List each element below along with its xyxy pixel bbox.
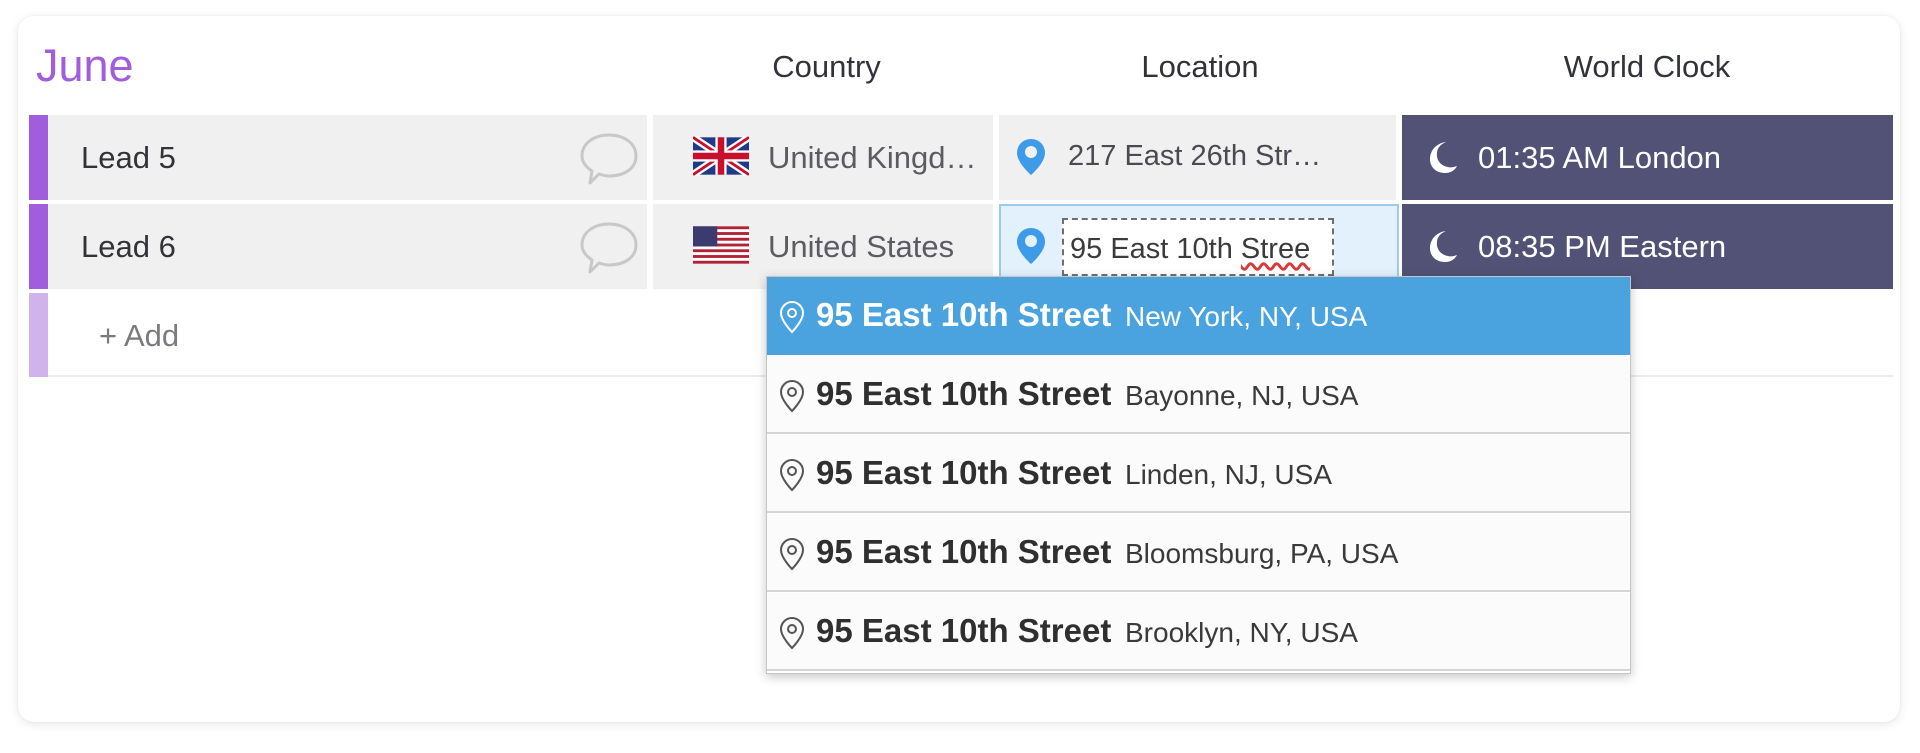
misspelled-word: Stree [1240,233,1311,265]
table-row: Lead 5 United Kingd… 217 East 26th Str… … [29,115,1893,200]
add-item-button[interactable]: + Add [99,318,179,354]
country-name: United Kingd… [768,140,977,175]
location-pin-outline-icon [779,300,805,334]
suggestion-locality: New York, NY, USA [1125,301,1368,332]
suggestion-item[interactable]: 95 East 10th Street Brooklyn, NY, USA [767,593,1630,671]
country-cell[interactable]: United Kingd… [653,115,996,200]
item-name[interactable]: Lead 5 [81,140,176,176]
suggestion-locality: Linden, NJ, USA [1125,459,1332,490]
location-pin-outline-icon [779,458,805,492]
location-text: 217 East 26th Str… [1068,140,1322,172]
clock-time: 08:35 PM Eastern [1478,229,1727,264]
suggestion-street: 95 East 10th Street [816,296,1112,333]
item-name[interactable]: Lead 6 [81,229,176,265]
location-cell[interactable]: 217 East 26th Str… [999,115,1399,200]
suggestion-locality: Bloomsburg, PA, USA [1125,538,1399,569]
item-name-cell[interactable]: Lead 6 [48,204,650,289]
suggestion-locality: Brooklyn, NY, USA [1125,617,1358,648]
location-pin-icon [1017,228,1045,264]
comment-icon[interactable] [578,129,640,189]
item-name-cell[interactable]: Lead 5 [48,115,650,200]
location-autocomplete-dropdown: 95 East 10th Street New York, NY, USA 95… [766,276,1631,674]
location-pin-icon [1017,139,1045,175]
row-color-indicator [29,204,48,289]
suggestion-street: 95 East 10th Street [816,454,1112,491]
moon-icon [1430,231,1457,262]
suggestion-item[interactable]: 95 East 10th Street Linden, NJ, USA [767,435,1630,513]
world-clock-cell[interactable]: 01:35 AM London [1402,115,1893,200]
column-header-location[interactable]: Location [1000,49,1400,85]
suggestion-street: 95 East 10th Street [816,612,1112,649]
location-pin-outline-icon [779,616,805,650]
suggestion-street: 95 East 10th Street [816,533,1112,570]
column-header-world-clock[interactable]: World Clock [1402,49,1892,85]
location-input-value[interactable]: 95 East 10th Stree [1070,233,1310,266]
suggestion-item[interactable]: 95 East 10th Street Bloomsburg, PA, USA [767,514,1630,592]
column-header-country[interactable]: Country [655,49,998,85]
country-name: United States [768,229,955,264]
location-pin-outline-icon [779,537,805,571]
moon-icon [1430,142,1457,173]
group-title[interactable]: June [36,40,134,92]
suggestion-item[interactable]: 95 East 10th Street Bayonne, NJ, USA [767,356,1630,434]
row-color-indicator [29,293,48,377]
suggestion-item[interactable]: 95 East 10th Street New York, NY, USA [767,277,1630,355]
row-color-indicator [29,115,48,200]
location-pin-outline-icon [779,379,805,413]
location-input[interactable]: 95 East 10th Stree [1062,218,1334,276]
us-flag-icon [693,226,749,264]
suggestion-locality: Bayonne, NJ, USA [1125,380,1359,411]
suggestion-street: 95 East 10th Street [816,375,1112,412]
comment-icon[interactable] [578,218,640,278]
uk-flag-icon [693,136,749,176]
clock-time: 01:35 AM London [1478,140,1722,175]
